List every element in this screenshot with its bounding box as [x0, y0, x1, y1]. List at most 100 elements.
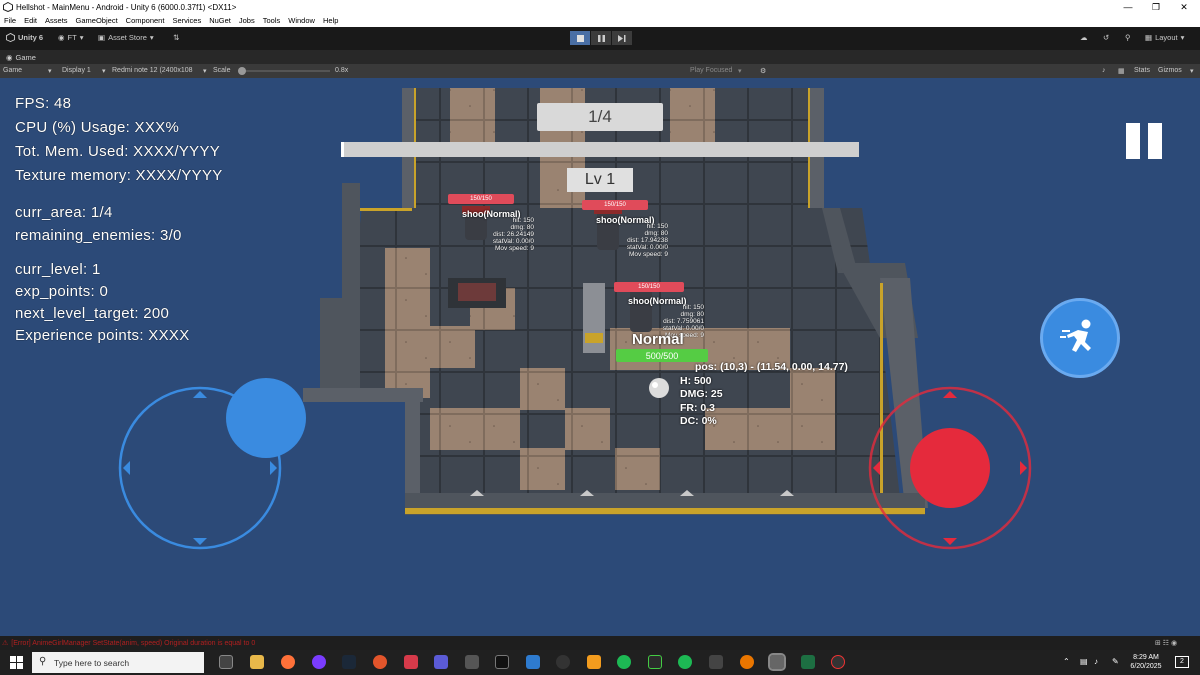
capcut-icon[interactable] [709, 655, 723, 669]
view-select[interactable]: Game [3, 67, 22, 74]
search-icon[interactable]: ⚲ [1125, 33, 1131, 42]
brave-icon[interactable] [373, 655, 387, 669]
experience-points-text: Experience points: XXXX [15, 327, 190, 344]
menu-nuget[interactable]: NuGet [205, 16, 235, 25]
chevron-down-icon: ▾ [102, 68, 106, 75]
history-icon[interactable]: ↺ [1103, 33, 1109, 42]
player-pos: pos: (10,3) - (11.54, 0.00, 14.77) [695, 361, 848, 373]
step-icon [618, 34, 626, 42]
enemy-stat-speed: Mov speed: 9 [628, 251, 668, 258]
game-tab-label: Game [15, 52, 36, 62]
gizmos-toggle[interactable]: Gizmos [1158, 67, 1182, 74]
account-label: FT [67, 33, 77, 42]
clock-date: 6/20/2025 [1130, 663, 1162, 670]
spotify-icon[interactable] [617, 655, 631, 669]
network-icon[interactable]: ▤ [1080, 657, 1088, 666]
scale-slider-knob[interactable] [238, 67, 246, 75]
restore-icon[interactable]: ❐ [1142, 0, 1170, 14]
chevron-down-icon: ▾ [738, 68, 742, 75]
game-view[interactable]: FPS: 48 CPU (%) Usage: XXX% Tot. Mem. Us… [0, 78, 1200, 636]
epic-games-icon[interactable] [495, 655, 509, 669]
resolution-select[interactable]: Redmi note 12 (2400x108 [112, 67, 193, 74]
layout-label: Layout [1155, 33, 1178, 42]
scale-value: 0.8x [335, 67, 349, 74]
enemy-stat-hit: hit: 150 [512, 217, 534, 224]
app-icon[interactable] [404, 655, 418, 669]
total-memory-text: Tot. Mem. Used: XXXX/YYYY [15, 143, 221, 160]
bag-icon: ▣ [98, 33, 106, 42]
notification-icon[interactable]: 2 [1175, 656, 1189, 668]
menu-tools[interactable]: Tools [259, 16, 285, 25]
recorder-icon[interactable] [831, 655, 845, 669]
file-explorer-icon[interactable] [250, 655, 264, 669]
taskbar-search-input[interactable]: ⚲ Type here to search [32, 652, 204, 673]
stats-toggle[interactable]: Stats [1134, 67, 1150, 74]
unity-account-button[interactable]: Unity 6 [6, 33, 43, 42]
account-icon: ◉ [58, 33, 65, 42]
menu-file[interactable]: File [0, 16, 20, 25]
console-status-bar[interactable]: ⚠ [Error] AnimeGirlManager SetState(anim… [0, 636, 1200, 650]
cloud-icon[interactable]: ☁ [1080, 33, 1088, 42]
bug-icon[interactable]: ⚙ [760, 67, 766, 75]
account-dropdown[interactable]: ◉ FT ▾ [58, 33, 83, 42]
windows-start-icon[interactable] [10, 656, 23, 669]
menu-gameobject[interactable]: GameObject [72, 16, 122, 25]
game-view-toolbar: Game ▾ Display 1 ▾ Redmi note 12 (2400x1… [0, 64, 1200, 78]
player-hp: H: 500 [680, 374, 712, 387]
menu-component[interactable]: Component [122, 16, 169, 25]
menu-assets[interactable]: Assets [41, 16, 72, 25]
unity-hub-icon[interactable] [465, 655, 479, 669]
terminal-icon[interactable] [648, 655, 662, 669]
clock-time: 8:29 AM [1133, 654, 1159, 661]
firefox-icon[interactable] [281, 655, 295, 669]
stop-button[interactable] [570, 31, 590, 45]
menu-jobs[interactable]: Jobs [235, 16, 259, 25]
asset-store-dropdown[interactable]: ▣ Asset Store ▾ [98, 33, 154, 42]
play-focused-select[interactable]: Play Focused [690, 67, 732, 74]
task-view-icon[interactable] [219, 655, 233, 669]
title-bar: Hellshot - MainMenu - Android - Unity 6 … [0, 0, 1200, 14]
enemy-stat-dist: dist: 17.94238 [627, 237, 668, 244]
app-icon[interactable] [587, 655, 601, 669]
version-control-icon[interactable]: ⇅ [173, 33, 179, 42]
menu-services[interactable]: Services [168, 16, 205, 25]
display-select[interactable]: Display 1 [62, 67, 91, 74]
pause-button[interactable] [1126, 123, 1162, 159]
github-icon[interactable] [556, 655, 570, 669]
menu-window[interactable]: Window [284, 16, 319, 25]
enemy-stat-dmg: dmg: 80 [510, 224, 535, 231]
blender-icon[interactable] [740, 655, 754, 669]
chevron-up-icon[interactable]: ⌃ [1063, 657, 1070, 666]
ide-icon[interactable] [526, 655, 540, 669]
spotify-icon[interactable] [678, 655, 692, 669]
steam-icon[interactable] [342, 655, 356, 669]
stop-icon [576, 34, 584, 42]
enemy-stat-statval: statVal: 0.00/0 [626, 244, 668, 251]
menu-help[interactable]: Help [319, 16, 342, 25]
scale-slider[interactable] [238, 67, 330, 75]
app-icon[interactable] [434, 655, 448, 669]
step-button[interactable] [612, 31, 632, 45]
excel-icon[interactable] [801, 655, 815, 669]
close-icon[interactable]: ✕ [1170, 0, 1198, 14]
layout-dropdown[interactable]: ▦ Layout ▾ [1145, 33, 1184, 42]
grid-icon[interactable]: ▦ [1118, 67, 1125, 75]
clock[interactable]: 8:29 AM 6/20/2025 [1128, 653, 1164, 671]
error-icon: ⚠ [2, 640, 9, 647]
volume-icon[interactable]: ♪ [1094, 657, 1098, 666]
exp-points-text: exp_points: 0 [15, 283, 109, 300]
tor-browser-icon[interactable] [312, 655, 326, 669]
level-badge: Lv 1 [567, 168, 633, 192]
dash-button[interactable] [1040, 298, 1120, 378]
pause-button[interactable] [591, 31, 611, 45]
game-tab[interactable]: ◉ Game [6, 53, 36, 62]
menu-edit[interactable]: Edit [20, 16, 41, 25]
chevron-down-icon: ▾ [203, 68, 207, 75]
minimize-icon[interactable]: — [1114, 0, 1142, 14]
unity-icon[interactable] [768, 653, 786, 671]
move-joystick[interactable] [118, 378, 306, 550]
enemy-stats: hit: 150 dmg: 80 dist: 17.94238 statVal:… [606, 223, 668, 258]
pause-icon [1126, 123, 1162, 159]
speaker-icon[interactable]: ♪ [1102, 67, 1106, 74]
pen-icon[interactable]: ✎ [1112, 657, 1119, 666]
